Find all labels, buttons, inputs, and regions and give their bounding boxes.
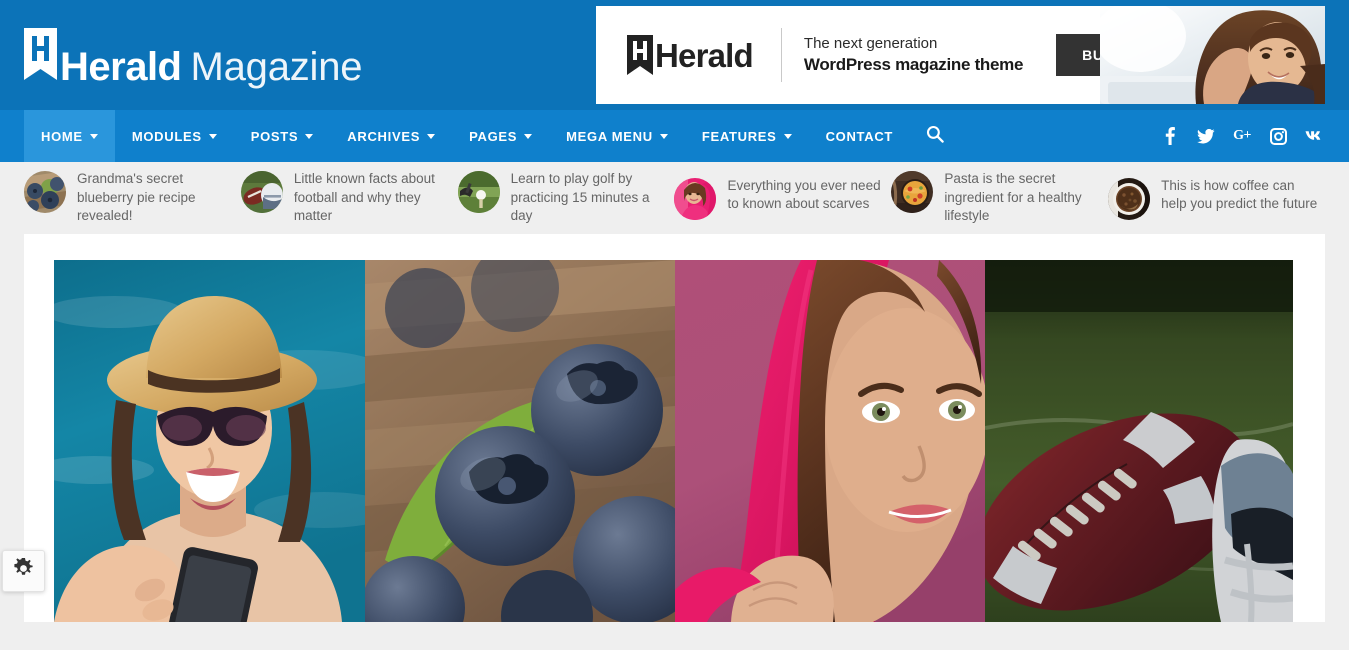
hero-panel-blueberries[interactable] <box>365 260 675 622</box>
site-logo[interactable]: Herald Magazine <box>24 28 363 89</box>
nav-label: CONTACT <box>825 128 894 144</box>
banner-copy: The next generation WordPress magazine t… <box>803 35 1024 75</box>
search-button[interactable] <box>910 110 960 162</box>
trending-title: This is how coffee can help you predict … <box>1161 177 1318 211</box>
banner-line-1: The next generation <box>803 35 938 52</box>
nav-item-contact[interactable]: CONTACT <box>809 110 910 162</box>
trending-item[interactable]: This is how coffee can help you predict … <box>1108 177 1321 220</box>
theme-options-button[interactable] <box>2 550 45 592</box>
nav-item-mega-menu[interactable]: MEGA MENU <box>549 110 685 162</box>
thumbnail-golf <box>457 171 500 214</box>
chevron-down-icon <box>89 133 98 139</box>
gear-icon <box>13 556 34 584</box>
nav-item-modules[interactable]: MODULES <box>115 110 234 162</box>
nav-label: ARCHIVES <box>347 128 421 144</box>
instagram-icon[interactable] <box>1269 127 1287 145</box>
chevron-down-icon <box>524 133 533 139</box>
chevron-down-icon <box>783 133 792 139</box>
thumbnail-blueberries <box>24 171 66 214</box>
trending-bar: Grandma's secret blueberry pie recipe re… <box>0 162 1349 234</box>
nav-item-features[interactable]: FEATURES <box>685 110 809 162</box>
chevron-down-icon <box>305 133 314 139</box>
thumbnail-pink-scarf-woman <box>674 177 717 220</box>
hero-panel-woman-pink-scarf[interactable] <box>675 260 985 622</box>
nav-item-archives[interactable]: ARCHIVES <box>330 110 452 162</box>
trending-title: Everything you ever need to known about … <box>727 177 881 211</box>
trending-title: Learn to play golf by practicing 15 minu… <box>510 171 650 224</box>
banner-divider <box>780 28 782 82</box>
search-icon <box>926 125 944 148</box>
hero-panel-football[interactable] <box>985 260 1293 622</box>
chevron-down-icon <box>659 133 668 139</box>
nav-item-pages[interactable]: PAGES <box>452 110 549 162</box>
vk-icon[interactable] <box>1305 127 1325 145</box>
trending-title: Pasta is the secret ingredient for a hea… <box>944 171 1082 224</box>
google-plus-icon[interactable]: G+ <box>1233 127 1251 145</box>
trending-title: Grandma's secret blueberry pie recipe re… <box>77 171 196 224</box>
trending-item[interactable]: Pasta is the secret ingredient for a hea… <box>891 170 1104 225</box>
banner-line-2: WordPress magazine theme <box>803 54 1024 74</box>
thumbnail-coffee-cup <box>1108 177 1151 220</box>
nav-label: PAGES <box>469 128 518 144</box>
social-links: G+ <box>1161 110 1325 162</box>
facebook-icon[interactable] <box>1161 127 1179 145</box>
chevron-down-icon <box>208 133 217 139</box>
banner-ad[interactable]: Herald The next generation WordPress mag… <box>596 6 1325 104</box>
nav-label: FEATURES <box>701 128 777 144</box>
herald-bookmark-icon <box>627 35 653 75</box>
trending-title: Little known facts about football and wh… <box>293 171 435 224</box>
main-navigation: HOME MODULES POSTS ARCHIVES PAGES MEGA M… <box>0 110 1349 162</box>
logo-text-light: Magazine <box>190 45 363 89</box>
nav-item-posts[interactable]: POSTS <box>234 110 331 162</box>
content-container <box>24 234 1325 622</box>
nav-item-home[interactable]: HOME <box>24 110 115 162</box>
trending-item[interactable]: Everything you ever need to known about … <box>674 177 887 220</box>
nav-label: MEGA MENU <box>566 128 653 144</box>
thumbnail-football <box>240 171 283 214</box>
site-header: Herald Magazine Herald The next generati… <box>0 0 1349 110</box>
nav-label: HOME <box>41 128 83 144</box>
herald-bookmark-icon <box>24 28 57 80</box>
featured-slider <box>54 260 1295 622</box>
nav-label: MODULES <box>131 128 202 144</box>
banner-logo: Herald <box>627 35 754 75</box>
trending-item[interactable]: Grandma's secret blueberry pie recipe re… <box>24 170 237 225</box>
twitter-icon[interactable] <box>1197 127 1215 145</box>
hero-panel-woman-with-hat[interactable] <box>54 260 365 622</box>
logo-text-bold: Herald <box>60 45 182 89</box>
banner-brand-text: Herald <box>655 36 754 74</box>
trending-item[interactable]: Learn to play golf by practicing 15 minu… <box>457 170 671 225</box>
thumbnail-pasta-bowl <box>891 171 934 214</box>
banner-photo <box>1100 6 1325 104</box>
chevron-down-icon <box>427 133 436 139</box>
nav-label: POSTS <box>250 128 299 144</box>
trending-item[interactable]: Little known facts about football and wh… <box>240 170 454 225</box>
